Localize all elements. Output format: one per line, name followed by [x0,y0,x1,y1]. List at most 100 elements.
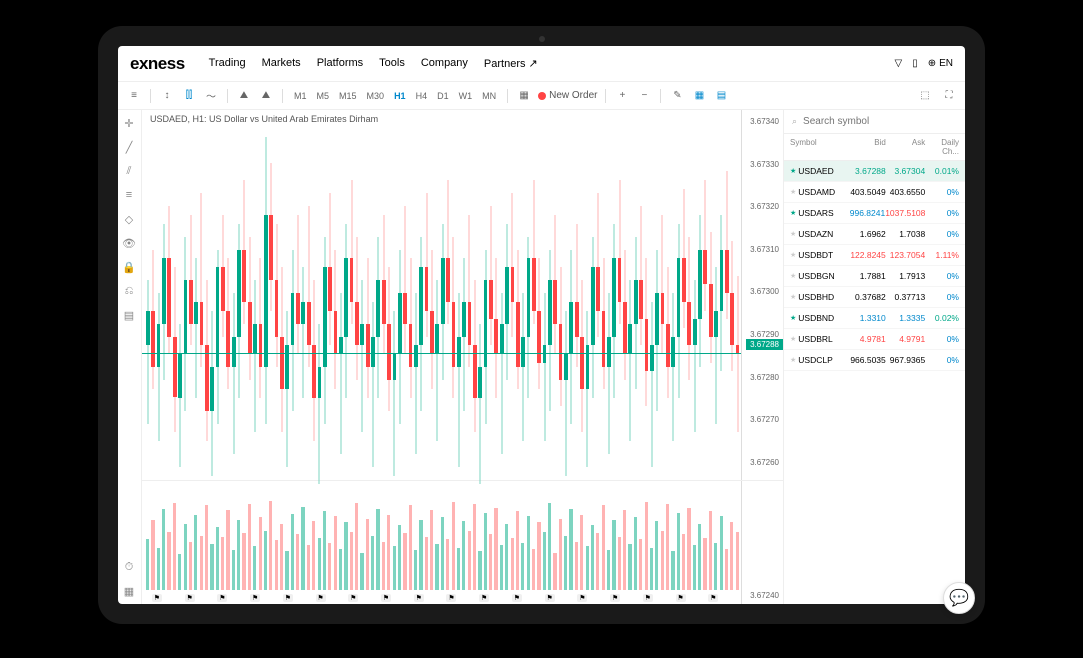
col-change[interactable]: Daily Ch... [925,138,959,156]
watchlist-row[interactable]: ★USDBDT122.8245123.70541.11% [784,245,965,266]
nav-item[interactable]: Trading [209,57,246,70]
crosshair-icon[interactable]: ✛ [122,116,136,130]
tree-icon[interactable]: ⎌ [122,284,136,298]
watchlist-row[interactable]: ★USDAZN1.69621.70380% [784,224,965,245]
event-flag[interactable]: ⚑ [316,594,326,602]
timeframe-M1[interactable]: M1 [291,89,310,103]
event-flag[interactable]: ⚑ [446,594,456,602]
calendar-icon[interactable]: ▦ [691,88,707,104]
nav-item[interactable]: Markets [262,57,301,70]
nav-item[interactable]: Platforms [317,57,363,70]
candle-chart-icon[interactable]: ⫿⫿ [181,88,197,104]
col-bid[interactable]: Bid [846,138,885,156]
grid-icon[interactable]: ▦ [516,88,532,104]
nav-item[interactable]: Tools [379,57,405,70]
layers-icon[interactable]: ▤ [122,308,136,322]
event-flag[interactable]: ⚑ [610,594,620,602]
event-flag[interactable]: ⚑ [381,594,391,602]
candle [242,128,246,476]
line-chart-icon[interactable]: 〜 [203,88,219,104]
event-flag[interactable]: ⚑ [545,594,555,602]
panel-icon[interactable]: ▤ [713,88,729,104]
volume-chart[interactable]: ⚑⚑⚑⚑⚑⚑⚑⚑⚑⚑⚑⚑⚑⚑⚑⚑⚑⚑ 3.67240 [142,481,783,604]
watchlist-row[interactable]: ★USDARS996.82411037.51080% [784,203,965,224]
timeframe-D1[interactable]: D1 [434,89,452,103]
lock-icon[interactable]: 🔒 [122,260,136,274]
col-ask[interactable]: Ask [886,138,925,156]
watchlist-row[interactable]: ★USDBGN1.78811.79130% [784,266,965,287]
notification-icon[interactable]: ▯ [912,58,918,69]
timeframe-M5[interactable]: M5 [314,89,333,103]
trend-line-icon[interactable]: ╱ [122,140,136,154]
star-icon[interactable]: ★ [790,272,796,280]
candle [543,128,547,476]
candle [714,128,718,476]
candle [494,128,498,476]
timeframe-MN[interactable]: MN [479,89,499,103]
change-value: 0.01% [925,166,959,176]
nav-item[interactable]: Partners ↗ [484,57,538,70]
volume-bar [248,504,251,590]
grid-icon[interactable]: ▦ [122,584,136,598]
clock-icon[interactable]: ⏱ [122,560,136,574]
event-flag[interactable]: ⚑ [185,594,195,602]
star-icon[interactable]: ★ [790,167,796,175]
timeframe-W1[interactable]: W1 [456,89,476,103]
nav-item[interactable]: Company [421,57,468,70]
event-flag[interactable]: ⚑ [250,594,260,602]
star-icon[interactable]: ★ [790,251,796,259]
event-flag[interactable]: ⚑ [283,594,293,602]
event-flag[interactable]: ⚑ [512,594,522,602]
event-flag[interactable]: ⚑ [479,594,489,602]
col-symbol[interactable]: Symbol [790,138,846,156]
timeframe-H1[interactable]: H1 [391,89,409,103]
menu-icon[interactable]: ≡ [126,88,142,104]
zoom-in-icon[interactable]: + [614,88,630,104]
cursor-icon[interactable]: ↕ [159,88,175,104]
mountain-icon[interactable]: ⛰ [258,88,274,104]
star-icon[interactable]: ★ [790,356,796,364]
eye-icon[interactable]: 👁 [122,236,136,250]
watchlist-row[interactable]: ★USDBND1.33101.33350.02% [784,308,965,329]
star-icon[interactable]: ★ [790,335,796,343]
event-flag[interactable]: ⚑ [414,594,424,602]
star-icon[interactable]: ★ [790,188,796,196]
event-flag[interactable]: ⚑ [676,594,686,602]
ask-value: 403.6550 [886,187,925,197]
star-icon[interactable]: ★ [790,314,796,322]
watchlist-row[interactable]: ★USDAED3.672883.673040.01% [784,161,965,182]
zoom-out-icon[interactable]: − [636,88,652,104]
draw-icon[interactable]: ✎ [669,88,685,104]
watchlist-row[interactable]: ★USDBHD0.376820.377130% [784,287,965,308]
shapes-icon[interactable]: ◇ [122,212,136,226]
event-flag[interactable]: ⚑ [152,594,162,602]
event-flag[interactable]: ⚑ [348,594,358,602]
dropdown-icon[interactable]: ▽ [894,58,902,69]
watchlist-row[interactable]: ★USDBRL4.97814.97910% [784,329,965,350]
fib-icon[interactable]: ≡ [122,188,136,202]
star-icon[interactable]: ★ [790,293,796,301]
watchlist-row[interactable]: ★USDCLP966.5035967.93650% [784,350,965,371]
main-chart[interactable]: 3.673403.673303.673203.673103.673003.672… [142,110,783,481]
candle [586,128,590,476]
event-flag[interactable]: ⚑ [217,594,227,602]
screenshot-icon[interactable]: ⬚ [917,88,933,104]
language-switcher[interactable]: ⊕ EN [928,58,953,69]
timeframe-M15[interactable]: M15 [336,89,360,103]
parallel-line-icon[interactable]: ⫽ [122,164,136,178]
event-flag[interactable]: ⚑ [643,594,653,602]
search-input[interactable] [803,116,957,127]
timeframe-M30[interactable]: M30 [364,89,388,103]
timeframe-H4[interactable]: H4 [413,89,431,103]
candle [505,128,509,476]
volume-bar [586,546,589,590]
new-order-button[interactable]: New Order [538,90,597,101]
watchlist-row[interactable]: ★USDAMD403.5049403.65500% [784,182,965,203]
candle [366,128,370,476]
event-flag[interactable]: ⚑ [708,594,718,602]
indicator-icon[interactable]: ⛰ [236,88,252,104]
star-icon[interactable]: ★ [790,230,796,238]
event-flag[interactable]: ⚑ [577,594,587,602]
fullscreen-icon[interactable]: ⛶ [941,88,957,104]
star-icon[interactable]: ★ [790,209,796,217]
